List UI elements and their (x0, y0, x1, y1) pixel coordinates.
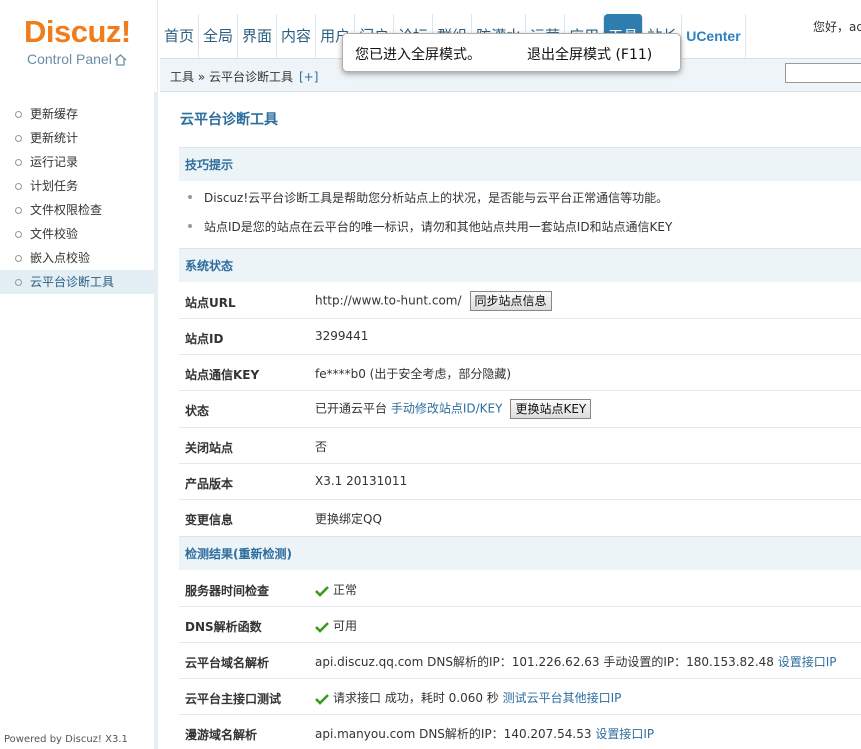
row-status: 状态 已开通云平台 手动修改站点ID/KEY 更换站点KEY (179, 391, 861, 428)
version-value: X3.1 20131011 (315, 474, 408, 488)
site-id-label: 站点ID (185, 332, 224, 346)
manyou-resolve-value: api.manyou.com DNS解析的IP：140.207.54.53 设置… (315, 727, 655, 741)
edit-id-key-link[interactable]: 手动修改站点ID/KEY (391, 402, 503, 416)
change-key-button[interactable]: 更换站点KEY (510, 399, 592, 419)
check-icon (315, 585, 329, 597)
row-dns-check: DNS解析函数 可用 (179, 607, 861, 643)
logo-brand: Discuz! (24, 14, 131, 49)
home-icon[interactable] (114, 54, 127, 66)
site-url-value: http://www.to-hunt.com/同步站点信息 (315, 291, 552, 311)
sidebar-item-file-perms[interactable]: 文件权限检查 (0, 198, 154, 222)
main-content: 云平台诊断工具 技巧提示 Discuz!云平台诊断工具是帮助您分析站点上的状况，… (166, 92, 861, 749)
row-manyou-resolve: 漫游域名解析 api.manyou.com DNS解析的IP：140.207.5… (179, 715, 861, 749)
sidebar-item-update-stats[interactable]: 更新统计 (0, 126, 154, 150)
site-key-label: 站点通信KEY (185, 368, 260, 382)
sidebar-item-cloud-diagnose[interactable]: 云平台诊断工具 (0, 270, 154, 294)
dns-check-value: 可用 (315, 617, 357, 634)
logo[interactable]: Discuz! Control Panel (0, 0, 158, 92)
row-site-url: 站点URL http://www.to-hunt.com/同步站点信息 (179, 283, 861, 319)
site-url-label: 站点URL (185, 296, 236, 310)
sidebar: 更新缓存 更新统计 运行记录 计划任务 文件权限检查 文件校验 嵌入点校验 云平… (0, 92, 158, 749)
fullscreen-notice: 您已进入全屏模式。 退出全屏模式 (F11) (342, 33, 681, 72)
row-site-id: 站点ID 3299441 (179, 319, 861, 355)
dns-check-label: DNS解析函数 (185, 620, 262, 634)
add-shortcut-link[interactable]: [+] (299, 70, 318, 84)
version-label: 产品版本 (185, 477, 234, 491)
check-results-header[interactable]: 检测结果(重新检测) (179, 536, 861, 570)
change-info-label: 变更信息 (185, 513, 234, 527)
nav-global[interactable]: 全局 (199, 14, 239, 58)
row-close-site: 关闭站点 否 (179, 428, 861, 464)
set-api-ip-link[interactable]: 设置接口IP (778, 655, 837, 669)
time-check-value: 正常 (315, 581, 357, 598)
system-status-header: 系统状态 (179, 248, 861, 282)
row-domain-resolve: 云平台域名解析 api.discuz.qq.com DNS解析的IP：101.2… (179, 643, 861, 679)
close-site-value: 否 (315, 440, 328, 454)
breadcrumb: 工具 » 云平台诊断工具 [+] (170, 68, 318, 85)
row-time-check: 服务器时间检查 正常 (179, 571, 861, 607)
search-input[interactable] (785, 63, 861, 83)
api-test-label: 云平台主接口测试 (185, 692, 282, 706)
manyou-resolve-label: 漫游域名解析 (185, 728, 258, 742)
sidebar-item-update-cache[interactable]: 更新缓存 (0, 102, 154, 126)
tip-item: 站点ID是您的站点在云平台的唯一标识，请勿和其他站点共用一套站点ID和站点通信K… (187, 218, 672, 235)
sidebar-item-cron[interactable]: 计划任务 (0, 174, 154, 198)
nav-style[interactable]: 界面 (238, 14, 278, 58)
sidebar-item-hook-check[interactable]: 嵌入点校验 (0, 246, 154, 270)
user-greeting: 您好，ad (813, 20, 861, 34)
row-change-info: 变更信息 更换绑定QQ (179, 500, 861, 536)
rebind-qq-link[interactable]: 更换绑定QQ (315, 510, 382, 527)
sidebar-menu: 更新缓存 更新统计 运行记录 计划任务 文件权限检查 文件校验 嵌入点校验 云平… (0, 102, 154, 294)
nav-content[interactable]: 内容 (277, 14, 317, 58)
breadcrumb-text: 工具 » 云平台诊断工具 (170, 70, 293, 84)
row-site-key: 站点通信KEY fe****b0 (出于安全考虑，部分隐藏) (179, 355, 861, 391)
site-id-value: 3299441 (315, 329, 369, 343)
tips-header: 技巧提示 (179, 147, 861, 181)
site-key-value: fe****b0 (出于安全考虑，部分隐藏) (315, 367, 512, 381)
fullscreen-message: 您已进入全屏模式。 (355, 47, 481, 63)
domain-resolve-value: api.discuz.qq.com DNS解析的IP：101.226.62.63… (315, 655, 837, 669)
api-test-value: 请求接口 成功，耗时 0.060 秒 测试云平台其他接口IP (315, 689, 621, 706)
status-label: 状态 (185, 404, 210, 418)
logo-subtitle: Control Panel (27, 51, 127, 67)
nav-ucenter[interactable]: UCenter (682, 14, 746, 58)
status-value: 已开通云平台 手动修改站点ID/KEY 更换站点KEY (315, 399, 592, 419)
row-version: 产品版本 X3.1 20131011 (179, 464, 861, 500)
check-icon (315, 693, 329, 705)
row-api-test: 云平台主接口测试 请求接口 成功，耗时 0.060 秒 测试云平台其他接口IP (179, 679, 861, 715)
page-title: 云平台诊断工具 (180, 112, 278, 128)
close-site-label: 关闭站点 (185, 441, 234, 455)
time-check-label: 服务器时间检查 (185, 584, 270, 598)
domain-resolve-label: 云平台域名解析 (185, 656, 270, 670)
sync-site-button[interactable]: 同步站点信息 (469, 291, 552, 311)
set-manyou-ip-link[interactable]: 设置接口IP (595, 727, 654, 741)
test-other-api-link[interactable]: 测试云平台其他接口IP (503, 691, 622, 705)
powered-by: Powered by Discuz! X3.1 (4, 734, 128, 745)
exit-fullscreen-link[interactable]: 退出全屏模式 (F11) (527, 44, 652, 64)
sidebar-item-run-log[interactable]: 运行记录 (0, 150, 154, 174)
tip-item: Discuz!云平台诊断工具是帮助您分析站点上的状况，是否能与云平台正常通信等功… (187, 189, 668, 206)
sidebar-item-file-check[interactable]: 文件校验 (0, 222, 154, 246)
check-icon (315, 621, 329, 633)
nav-home[interactable]: 首页 (160, 14, 200, 58)
